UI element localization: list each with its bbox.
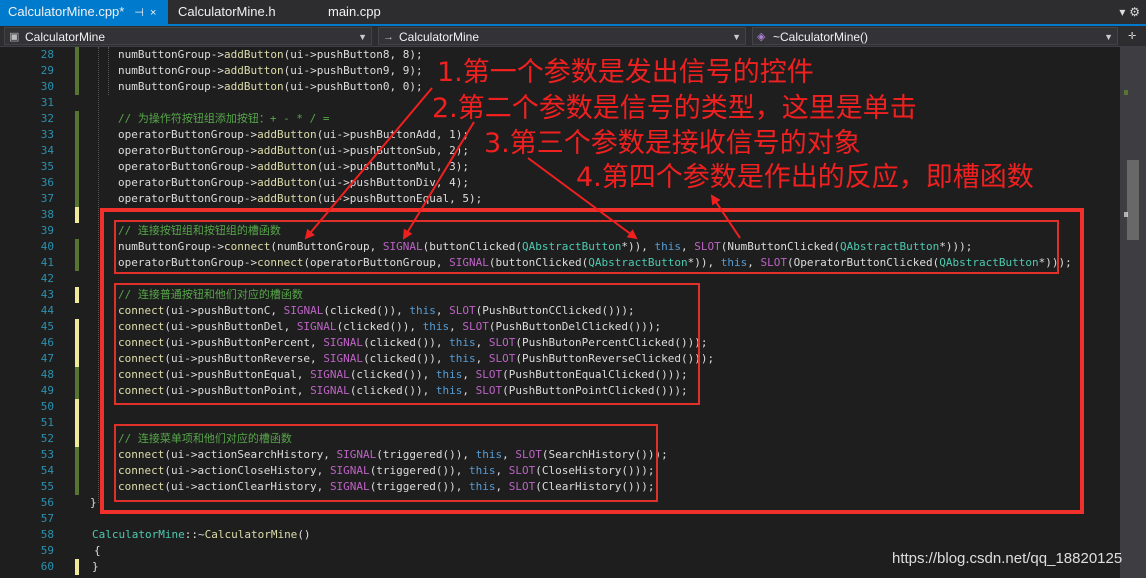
scroll-position-marker <box>1124 212 1128 217</box>
scroll-change-marker <box>1124 90 1128 95</box>
scrollbar-thumb[interactable] <box>1127 160 1139 240</box>
arrow-3 <box>527 157 638 240</box>
arrow-4 <box>710 194 741 239</box>
arrow-1 <box>304 87 433 240</box>
vertical-scrollbar[interactable] <box>1120 47 1146 578</box>
annotation-arrows <box>304 87 741 240</box>
arrow-2 <box>402 121 475 240</box>
watermark: https://blog.csdn.net/qq_18820125 <box>892 550 1123 567</box>
